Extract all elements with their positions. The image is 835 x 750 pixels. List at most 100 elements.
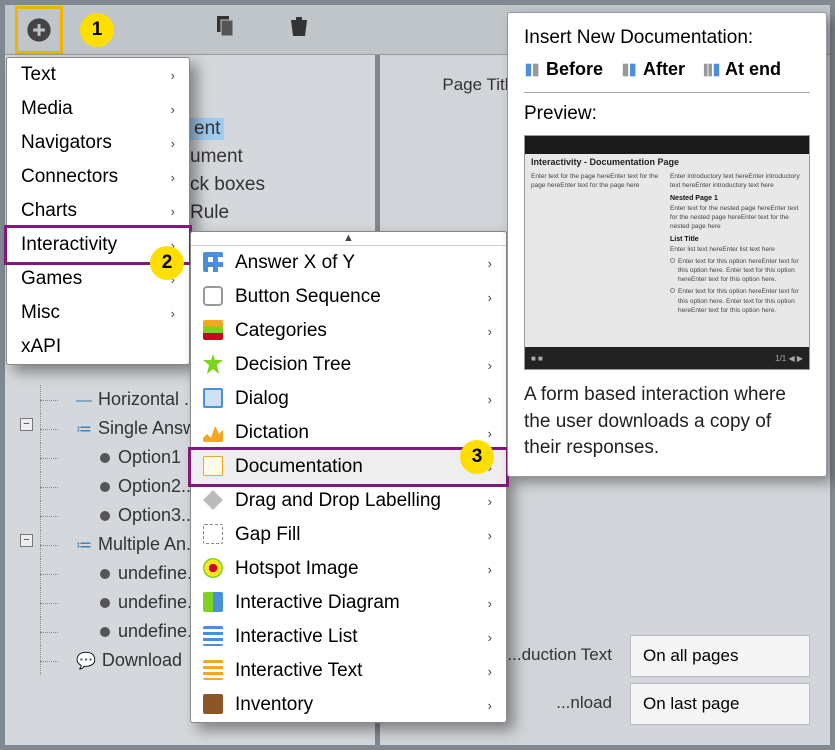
submenu-item-label: Decision Tree <box>235 354 351 376</box>
menu-item-label: xAPI <box>21 336 61 358</box>
chevron-right-icon: › <box>171 68 175 83</box>
preview-image: Interactivity - Documentation Page Enter… <box>524 135 810 370</box>
chevron-right-icon: › <box>171 170 175 185</box>
step-badge-1: 1 <box>80 13 114 47</box>
bullet-icon <box>100 511 110 521</box>
scroll-up-arrow[interactable]: ▲ <box>191 232 506 246</box>
bullet-icon <box>100 453 110 463</box>
chevron-right-icon: › <box>488 528 492 543</box>
chevron-right-icon: › <box>171 204 175 219</box>
chevron-right-icon: › <box>488 562 492 577</box>
tree-icon <box>203 354 223 374</box>
dictation-icon <box>203 422 223 442</box>
insert-menu[interactable]: Text › Media › Navigators› Connectors› Cha… <box>6 57 190 365</box>
bullet-icon <box>100 627 110 637</box>
menu-item-xapi[interactable]: xAPI <box>7 330 189 364</box>
hotspot-icon <box>203 558 223 578</box>
chevron-right-icon: › <box>488 664 492 679</box>
bullet-icon <box>100 482 110 492</box>
chevron-right-icon: › <box>488 290 492 305</box>
menu-item-text[interactable]: Text › <box>7 58 189 92</box>
preview-text: Enter list text hereEnter list text here <box>670 246 775 253</box>
gap-icon <box>203 524 223 544</box>
preview-option: Enter text for this option hereEnter tex… <box>678 257 803 284</box>
menu-item-label: Games <box>21 268 82 290</box>
menu-item-connectors[interactable]: Connectors› <box>7 160 189 194</box>
insert-tooltip: Insert New Documentation: Before After A… <box>507 12 827 477</box>
submenu-item-interactive-diagram[interactable]: Interactive Diagram › <box>191 586 506 620</box>
chevron-right-icon: › <box>488 358 492 373</box>
intro-text-value[interactable]: On all pages <box>630 635 810 677</box>
menu-item-media[interactable]: Media › <box>7 92 189 126</box>
chevron-right-icon: › <box>171 136 175 151</box>
submenu-item-label: Gap Fill <box>235 524 300 546</box>
chevron-right-icon: › <box>488 256 492 271</box>
list-icon <box>203 626 223 646</box>
submenu-item-decision-tree[interactable]: Decision Tree › <box>191 348 506 382</box>
submenu-item-label: Answer X of Y <box>235 252 355 274</box>
submenu-item-inventory[interactable]: Inventory › <box>191 688 506 722</box>
tree-item-label: Multiple An... <box>98 534 201 554</box>
bullet-icon <box>100 569 110 579</box>
menu-item-label: Interactivity <box>21 234 117 256</box>
submenu-item-dialog[interactable]: Dialog › <box>191 382 506 416</box>
insert-atend-button[interactable]: At end <box>703 59 781 80</box>
submenu-item-label: Button Sequence <box>235 286 381 308</box>
submenu-item-label: Dialog <box>235 388 289 410</box>
submenu-item-label: Drag and Drop Labelling <box>235 490 441 512</box>
delete-button[interactable] <box>287 13 311 46</box>
download-value[interactable]: On last page <box>630 683 810 725</box>
submenu-item-interactive-list[interactable]: Interactive List› <box>191 620 506 654</box>
insert-before-icon <box>524 61 542 79</box>
chevron-right-icon: › <box>488 698 492 713</box>
menu-item-label: Charts <box>21 200 77 222</box>
tree-item-label: Horizontal ... <box>98 389 199 409</box>
menu-item-charts[interactable]: Charts › <box>7 194 189 228</box>
menu-item-navigators[interactable]: Navigators› <box>7 126 189 160</box>
submenu-item-label: Interactive Text <box>235 660 362 682</box>
insert-before-button[interactable]: Before <box>524 59 603 80</box>
chevron-right-icon: › <box>488 392 492 407</box>
submenu-item-hotspot-image[interactable]: Hotspot Image› <box>191 552 506 586</box>
menu-item-label: Text <box>21 64 56 86</box>
chevron-right-icon: › <box>488 596 492 611</box>
submenu-item-label: Interactive List <box>235 626 358 648</box>
tooltip-title: Insert New Documentation: <box>524 27 810 49</box>
submenu-item-button-sequence[interactable]: Button Sequence › <box>191 280 506 314</box>
submenu-item-categories[interactable]: Categories › <box>191 314 506 348</box>
trash-icon <box>287 13 311 39</box>
submenu-item-label: Interactive Diagram <box>235 592 400 614</box>
submenu-item-label: Categories <box>235 320 327 342</box>
copy-button[interactable] <box>213 14 237 45</box>
button-label: At end <box>725 59 781 80</box>
chevron-right-icon: › <box>488 426 492 441</box>
submenu-item-interactive-text[interactable]: Interactive Text › <box>191 654 506 688</box>
chevron-right-icon: › <box>488 324 492 339</box>
insert-after-button[interactable]: After <box>621 59 685 80</box>
collapse-icon[interactable]: − <box>20 534 33 547</box>
submenu-item-label: Inventory <box>235 694 313 716</box>
submenu-item-drag-drop-labelling[interactable]: Drag and Drop Labelling› <box>191 484 506 518</box>
collapse-icon[interactable]: − <box>20 418 33 431</box>
add-button[interactable] <box>15 6 63 54</box>
submenu-item-gap-fill[interactable]: Gap Fill › <box>191 518 506 552</box>
tree-item-label: Option3... <box>118 505 196 525</box>
grid-icon <box>203 252 223 272</box>
submenu-item-label: Dictation <box>235 422 309 444</box>
dialog-icon <box>203 388 223 408</box>
obscured-tree-text: ent ument ck boxes Rule <box>190 118 265 224</box>
submenu-item-dictation[interactable]: Dictation › <box>191 416 506 450</box>
chevron-right-icon: › <box>171 102 175 117</box>
menu-item-label: Misc <box>21 302 60 324</box>
submenu-item-answer-x-of-y[interactable]: Answer X of Y › <box>191 246 506 280</box>
interactivity-submenu[interactable]: ▲ Answer X of Y › Button Sequence › Catego… <box>190 231 507 723</box>
button-icon <box>203 286 223 306</box>
menu-item-misc[interactable]: Misc › <box>7 296 189 330</box>
preview-heading: Interactivity - Documentation Page <box>525 154 809 170</box>
chevron-right-icon: › <box>171 306 175 321</box>
preview-text: Enter text for the nested page hereEnter… <box>670 205 798 230</box>
tree-item-label: Download <box>102 650 182 670</box>
submenu-item-label: Documentation <box>235 456 363 478</box>
menu-item-label: Media <box>21 98 73 120</box>
tree-item-label: Option2... <box>118 476 196 496</box>
